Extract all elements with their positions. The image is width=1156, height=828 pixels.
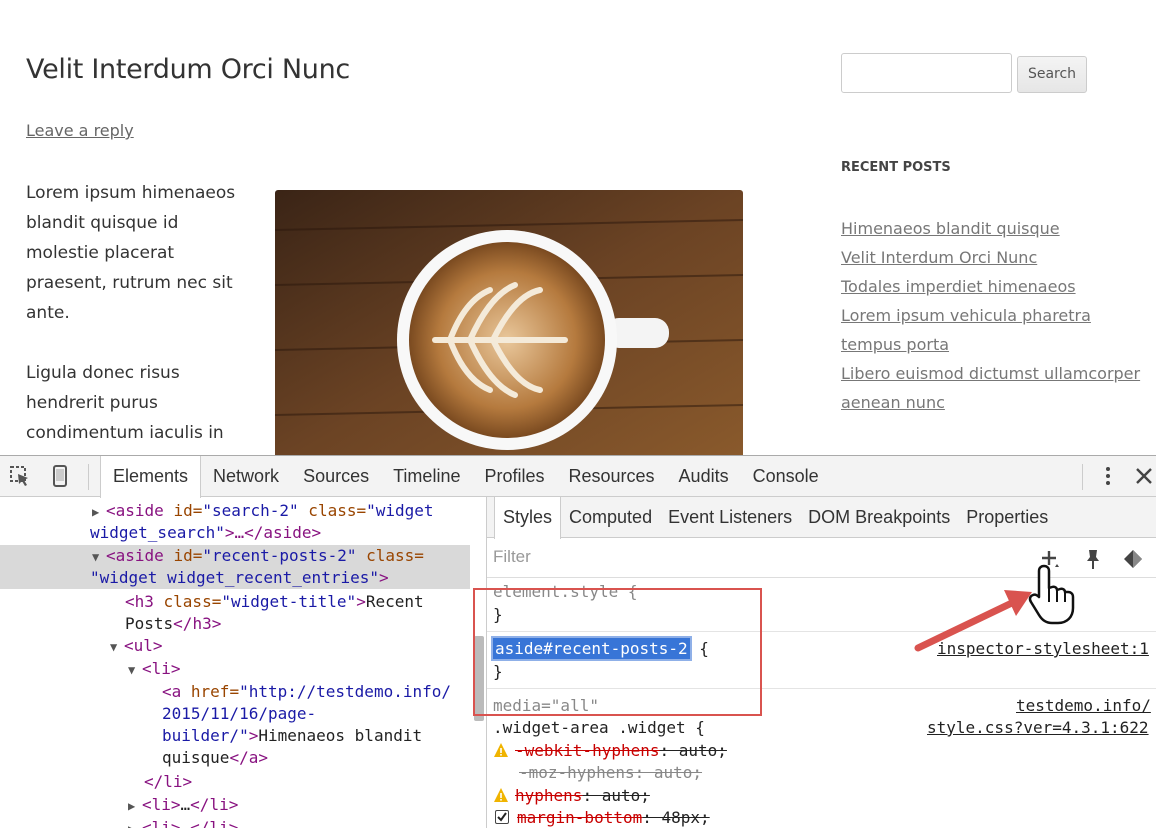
recent-post-link[interactable]: Libero euismod dictumst ullamcorper aene…: [841, 364, 1140, 412]
recent-post-link[interactable]: Lorem ipsum vehicula pharetra tempus por…: [841, 306, 1091, 354]
post-paragraph: Lorem ipsum himenaeos blandit quisque id…: [26, 183, 236, 323]
tab-profiles[interactable]: Profiles: [472, 456, 556, 497]
tab-computed[interactable]: Computed: [561, 497, 660, 537]
leave-reply-link[interactable]: Leave a reply: [26, 121, 134, 140]
dom-node-li-close[interactable]: </li>: [0, 771, 470, 793]
rule-selector[interactable]: .widget-area .widget {: [493, 717, 705, 739]
dom-node-aside-recent-cont[interactable]: "widget widget_recent_entries">: [0, 567, 470, 589]
check-icon: [497, 812, 507, 822]
expand-arrow-icon[interactable]: ▶: [128, 795, 142, 817]
dom-node-h3-cont[interactable]: Posts</h3>: [0, 613, 470, 635]
warning-icon: [494, 743, 508, 757]
list-item: Velit Interdum Orci Nunc: [841, 243, 1141, 272]
search-input[interactable]: [841, 53, 1012, 93]
tab-properties[interactable]: Properties: [958, 497, 1056, 537]
dom-node-h3[interactable]: <h3 class="widget-title">Recent: [0, 591, 470, 613]
list-item: Himenaeos blandit quisque: [841, 214, 1141, 243]
stylesheet-source-link[interactable]: style.css?ver=4.3.1:622: [927, 717, 1149, 739]
dom-tree: ▶ <aside id="search-2" class="widget widg…: [0, 497, 486, 828]
collapse-arrow-icon[interactable]: ▼: [110, 636, 124, 658]
expand-arrow-icon[interactable]: ▶: [92, 501, 106, 523]
recent-post-link[interactable]: Himenaeos blandit quisque: [841, 219, 1060, 238]
dom-node-a[interactable]: <a href="http://testdemo.info/: [0, 681, 470, 703]
list-item: Lorem ipsum vehicula pharetra tempus por…: [841, 301, 1101, 359]
dom-node-a-cont[interactable]: builder/">Himenaeos blandit: [0, 725, 470, 747]
list-item: Libero euismod dictumst ullamcorper aene…: [841, 359, 1141, 417]
dom-node-li-collapsed[interactable]: ▶<li>…</li>: [0, 817, 470, 828]
collapse-arrow-icon[interactable]: ▼: [92, 546, 106, 568]
post-title: Velit Interdum Orci Nunc: [26, 54, 350, 85]
style-property-row[interactable]: -webkit-hyphens: auto;: [493, 740, 727, 762]
toolbar-divider: [1082, 464, 1083, 490]
dom-node-aside-recent[interactable]: ▼ <aside id="recent-posts-2" class=: [0, 545, 470, 567]
recent-post-link[interactable]: Todales imperdiet himenaeos: [841, 277, 1076, 296]
recent-posts-list: Himenaeos blandit quisque Velit Interdum…: [841, 214, 1141, 417]
dom-node-ul[interactable]: ▼ <ul>: [0, 635, 470, 657]
list-item: Todales imperdiet himenaeos: [841, 272, 1141, 301]
tab-event-listeners[interactable]: Event Listeners: [660, 497, 800, 537]
dom-node-li[interactable]: ▼ <li>: [0, 658, 470, 680]
inspect-element-icon[interactable]: [8, 464, 32, 488]
property-checkbox[interactable]: [495, 810, 509, 824]
search-button[interactable]: Search: [1017, 56, 1087, 93]
coffee-cup-illustration: [275, 190, 743, 455]
devtools-toolbar: Elements Network Sources Timeline Profil…: [0, 456, 1156, 498]
post-paragraph: Ligula donec risus hendrerit purus condi…: [26, 363, 224, 443]
dom-node-li-collapsed[interactable]: ▶<li>…</li>: [0, 794, 470, 816]
dom-node-a-cont[interactable]: 2015/11/16/page-: [0, 703, 470, 725]
coffee-image: [275, 190, 743, 455]
tab-timeline[interactable]: Timeline: [381, 456, 472, 497]
styles-tabs: Styles Computed Event Listeners DOM Brea…: [487, 497, 1156, 539]
tab-resources[interactable]: Resources: [557, 456, 667, 497]
style-property-row[interactable]: margin-bottom: 48px;: [493, 807, 710, 828]
devtools-tabs: Elements Network Sources Timeline Profil…: [100, 456, 831, 498]
collapse-arrow-icon[interactable]: ▼: [128, 659, 142, 681]
tab-network[interactable]: Network: [201, 456, 291, 497]
style-property-row[interactable]: -moz-hyphens: auto;: [493, 762, 702, 784]
post-content: Lorem ipsum himenaeos blandit quisque id…: [26, 178, 256, 455]
tab-dom-breakpoints[interactable]: DOM Breakpoints: [800, 497, 958, 537]
dom-node-aside-search-cont[interactable]: widget_search">…</aside>: [0, 522, 470, 544]
warning-icon: [494, 788, 508, 802]
hand-cursor-icon: [1028, 564, 1075, 625]
tab-styles[interactable]: Styles: [494, 497, 562, 539]
styles-filter-input[interactable]: Filter: [493, 547, 531, 567]
recent-posts-title: RECENT POSTS: [841, 160, 951, 175]
device-mode-icon[interactable]: [48, 464, 72, 488]
tab-sources[interactable]: Sources: [291, 456, 381, 497]
website-viewport: Velit Interdum Orci Nunc Leave a reply L…: [0, 0, 1156, 455]
close-icon[interactable]: [1132, 464, 1156, 488]
dom-node-aside-search[interactable]: ▶ <aside id="search-2" class="widget: [0, 500, 470, 522]
more-options-icon[interactable]: [1096, 464, 1120, 488]
toolbar-divider: [88, 464, 89, 490]
tab-elements[interactable]: Elements: [100, 456, 202, 498]
annotation-highlight-box: [473, 588, 762, 716]
style-property-row[interactable]: hyphens: auto;: [493, 785, 650, 807]
tab-console[interactable]: Console: [741, 456, 831, 497]
recent-post-link[interactable]: Velit Interdum Orci Nunc: [841, 248, 1037, 267]
dom-node-a-cont[interactable]: quisque</a>: [0, 747, 470, 769]
expand-arrow-icon[interactable]: ▶: [128, 818, 142, 828]
tab-audits[interactable]: Audits: [667, 456, 741, 497]
